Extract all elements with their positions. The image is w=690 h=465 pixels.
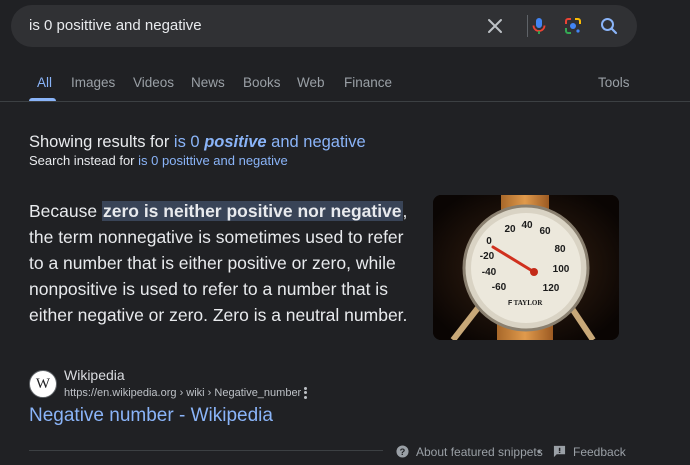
feedback-icon (553, 445, 566, 458)
brand-label: TAYLOR (514, 299, 544, 307)
thermometer-image: 20 40 60 0 80 -20 100 -40 120 -60 F TAYL… (433, 195, 619, 340)
unit-label: F (508, 300, 513, 307)
scale-label: -40 (482, 267, 497, 278)
search-bar[interactable]: is 0 posittive and negative (11, 5, 637, 47)
instead-prefix: Search instead for (29, 153, 135, 168)
search-divider (527, 15, 528, 37)
active-tab-indicator (29, 98, 56, 101)
tab-books[interactable]: Books (243, 75, 281, 90)
scale-label: 80 (554, 244, 566, 255)
scale-label: 60 (539, 226, 551, 237)
corrected-query-link[interactable]: is 0 positive and negative (174, 133, 366, 151)
tab-news[interactable]: News (191, 75, 225, 90)
tab-videos[interactable]: Videos (133, 75, 174, 90)
scale-label: -20 (480, 251, 495, 262)
help-icon: ? (396, 445, 409, 458)
scale-label: 20 (504, 224, 516, 235)
more-options-icon[interactable] (299, 385, 311, 401)
tab-all[interactable]: All (37, 75, 52, 90)
lens-icon[interactable] (563, 16, 583, 36)
footer-separator: • (537, 445, 542, 459)
scale-label: 120 (543, 283, 560, 294)
scale-label: -60 (492, 282, 507, 293)
microphone-icon[interactable] (529, 16, 549, 36)
original-query-link[interactable]: is 0 posittive and negative (138, 153, 288, 168)
clear-icon[interactable] (485, 16, 505, 36)
source-url[interactable]: https://en.wikipedia.org › wiki › Negati… (64, 387, 301, 399)
scale-label: 40 (521, 220, 533, 231)
feedback-link[interactable]: Feedback (573, 445, 626, 459)
svg-text:?: ? (400, 447, 406, 457)
search-instead-line: Search instead for is 0 posittive and ne… (29, 153, 288, 168)
search-icon[interactable] (599, 16, 619, 36)
featured-snippet-text: Because zero is neither positive nor neg… (29, 201, 408, 325)
source-name[interactable]: Wikipedia (64, 367, 125, 383)
snippet-highlight: zero is neither positive nor negative (101, 201, 403, 221)
tab-web[interactable]: Web (297, 75, 325, 90)
snippet-image[interactable]: 20 40 60 0 80 -20 100 -40 120 -60 F TAYL… (433, 195, 619, 340)
showing-results-line: Showing results for is 0 positive and ne… (29, 133, 366, 152)
about-snippets-link[interactable]: About featured snippets (416, 445, 543, 459)
divider (29, 450, 383, 451)
result-title-link[interactable]: Negative number - Wikipedia (29, 405, 273, 427)
tab-finance[interactable]: Finance (344, 75, 392, 90)
search-input[interactable]: is 0 posittive and negative (29, 17, 202, 34)
showing-prefix: Showing results for (29, 133, 170, 151)
tab-images[interactable]: Images (71, 75, 115, 90)
search-tabs: All Images Videos News Books Web Finance… (0, 70, 690, 102)
tools-button[interactable]: Tools (598, 75, 630, 90)
scale-label: 100 (553, 264, 570, 275)
wikipedia-icon: W (29, 370, 57, 398)
scale-label: 0 (486, 236, 492, 247)
